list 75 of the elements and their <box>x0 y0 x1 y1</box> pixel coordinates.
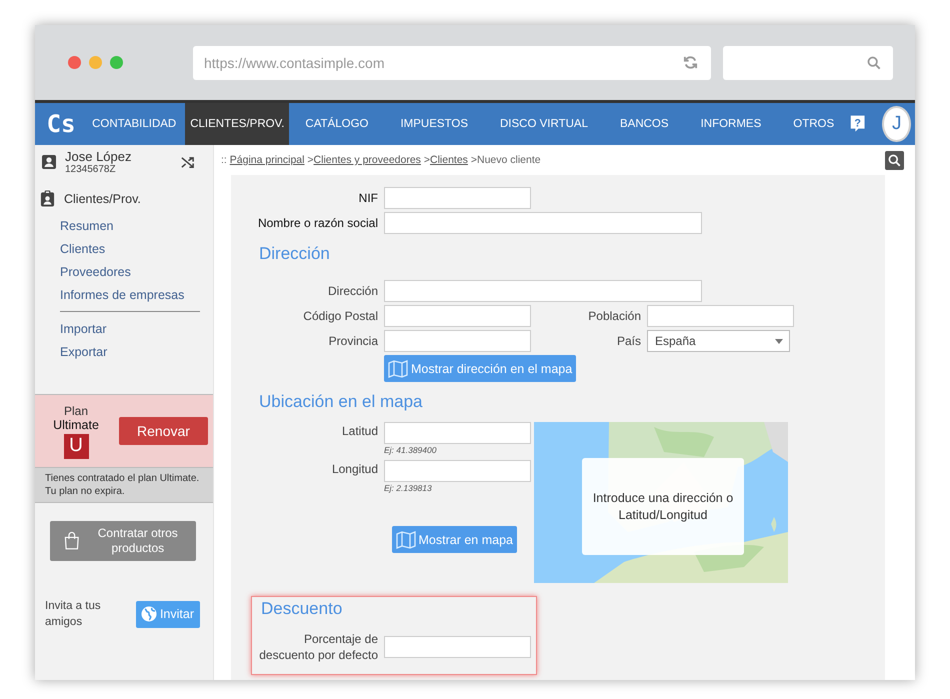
map-icon <box>396 530 416 548</box>
field-hint: Ej: 41.389400 <box>384 445 438 455</box>
user-id: 12345678Z <box>65 164 117 175</box>
sidebar-link[interactable]: Proveedores <box>35 261 213 284</box>
nav-tab[interactable]: CATÁLOGO <box>289 103 384 145</box>
section-heading: Descuento <box>261 599 344 619</box>
longitude-input[interactable] <box>384 460 531 482</box>
nav-tab[interactable]: CONTABILIDAD <box>87 103 182 145</box>
plan-name: Ultimate <box>53 418 99 432</box>
sidebar-link[interactable]: Importar <box>35 318 213 341</box>
field-label: Porcentaje de descuento por defecto <box>258 631 378 663</box>
breadcrumb-link[interactable]: Página principal <box>230 154 304 166</box>
field-hint: Ej: 2.139813 <box>384 483 433 493</box>
map-message: Introduce una dirección o Latitud/Longitud <box>582 458 744 555</box>
city-input[interactable] <box>647 305 794 327</box>
search-icon <box>867 56 881 70</box>
field-label: Provincia <box>328 334 378 348</box>
nav-tab[interactable]: BANCOS <box>604 103 685 145</box>
sidebar-link[interactable]: Resumen <box>35 215 213 238</box>
section-heading: Ubicación en el mapa <box>259 392 424 412</box>
country-select[interactable]: España <box>647 330 790 352</box>
user-card-icon <box>41 154 57 170</box>
plan-note: Tienes contratado el plan Ultimate. Tu plan no expira. <box>35 467 213 503</box>
renew-button[interactable]: Renovar <box>119 417 208 445</box>
dropdown-caret-icon <box>775 338 783 344</box>
invite-text: Invita a tus amigos <box>45 599 102 630</box>
plan-badge: U <box>64 434 88 458</box>
nav-tab[interactable]: DISCO VIRTUAL <box>484 103 604 145</box>
user-name: Jose López <box>65 149 132 164</box>
shuffle-icon[interactable] <box>180 154 195 170</box>
field-label: Nombre o razón social <box>256 216 378 230</box>
discount-input[interactable] <box>384 636 531 658</box>
breadcrumb: :: Página principal >Clientes y proveedores >Clientes >Nuevo cliente <box>221 154 541 166</box>
close-dot-icon[interactable] <box>68 56 81 69</box>
plan-label: Plan <box>64 404 88 418</box>
field-label: País <box>616 334 641 348</box>
sidebar-link[interactable]: Exportar <box>35 341 213 364</box>
invite-button[interactable]: Invitar <box>136 600 200 628</box>
latitude-input[interactable] <box>384 422 531 444</box>
field-label: Latitud <box>340 423 378 438</box>
nif-input[interactable] <box>384 187 531 209</box>
nav-tab[interactable]: CLIENTES/PROV. <box>185 103 290 145</box>
province-input[interactable] <box>384 330 531 352</box>
browser-search-field[interactable] <box>723 46 893 80</box>
breadcrumb-link[interactable]: Clientes <box>430 154 468 166</box>
nav-tab[interactable]: IMPUESTOS <box>384 103 484 145</box>
show-map-button[interactable]: Mostrar en mapa <box>392 526 517 553</box>
nav-tab[interactable]: OTROS <box>777 103 850 145</box>
logo[interactable]: Cs <box>35 103 88 145</box>
sidebar-link[interactable]: Clientes <box>35 238 213 261</box>
postal-code-input[interactable] <box>384 305 531 327</box>
field-label: NIF <box>358 191 378 205</box>
globe-icon <box>140 606 157 622</box>
maximize-dot-icon[interactable] <box>110 56 123 69</box>
nav-tab[interactable]: INFORMES <box>684 103 778 145</box>
address-bar[interactable]: https://www.contasimple.com <box>193 46 711 80</box>
section-title: Clientes/Prov. <box>64 192 141 206</box>
breadcrumb-link[interactable]: Clientes y proveedores <box>314 154 421 166</box>
field-label: Dirección <box>326 284 378 298</box>
sidebar-link[interactable]: Informes de empresas <box>35 284 213 307</box>
products-button[interactable]: Contratar otros productos <box>50 521 196 561</box>
field-label: Código Postal <box>302 309 378 323</box>
clipboard-user-icon <box>40 190 55 207</box>
search-button[interactable] <box>885 150 904 170</box>
minimize-dot-icon[interactable] <box>89 56 102 69</box>
field-label: Población <box>587 309 641 323</box>
show-address-map-button[interactable]: Mostrar dirección en el mapa <box>384 355 576 382</box>
field-label: Longitud <box>330 461 378 476</box>
address-input[interactable] <box>384 280 702 302</box>
section-heading: Dirección <box>259 244 331 264</box>
map-icon <box>388 360 408 378</box>
user-avatar[interactable]: J <box>882 106 911 142</box>
search-icon <box>888 154 901 166</box>
reload-icon[interactable] <box>683 55 698 70</box>
name-input[interactable] <box>384 212 702 234</box>
